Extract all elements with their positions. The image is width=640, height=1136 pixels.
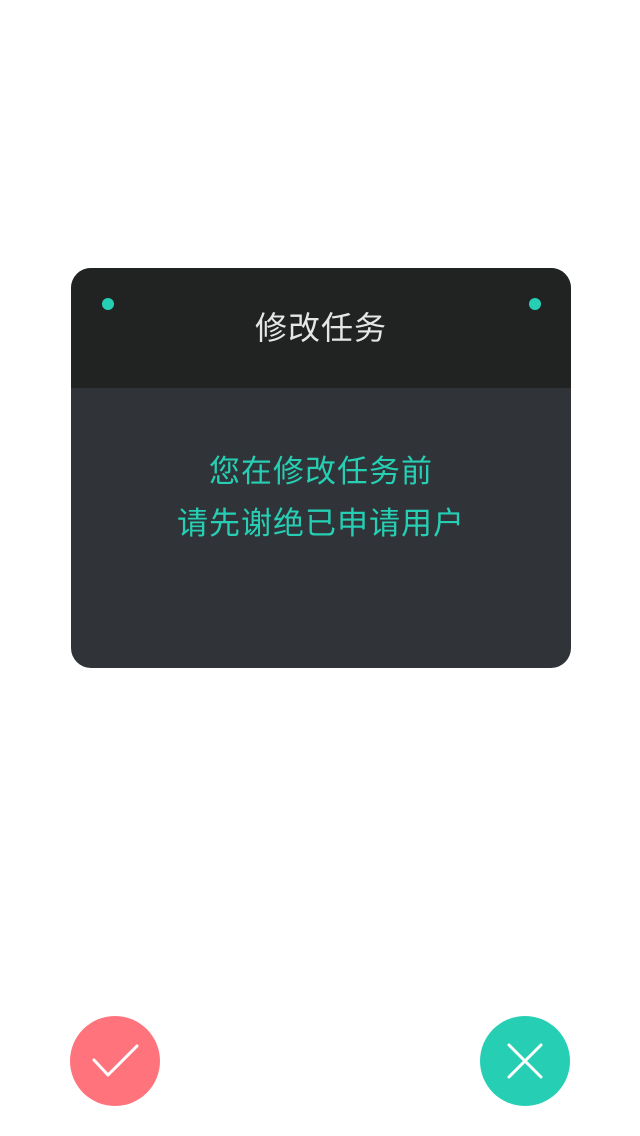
confirm-button[interactable] xyxy=(70,1016,160,1106)
dialog-header: 修改任务 xyxy=(71,268,571,388)
checkmark-icon xyxy=(92,1044,139,1077)
cancel-button[interactable] xyxy=(480,1016,570,1106)
dialog-title: 修改任务 xyxy=(254,309,387,347)
dialog-message: 您在修改任务前 请先谢绝已申请用户 xyxy=(71,446,571,550)
close-icon xyxy=(507,1043,543,1079)
modify-task-dialog: 修改任务 您在修改任务前 请先谢绝已申请用户 xyxy=(71,268,571,668)
message-line-2: 请先谢绝已申请用户 xyxy=(177,506,465,542)
message-line-1: 您在修改任务前 xyxy=(209,454,433,490)
